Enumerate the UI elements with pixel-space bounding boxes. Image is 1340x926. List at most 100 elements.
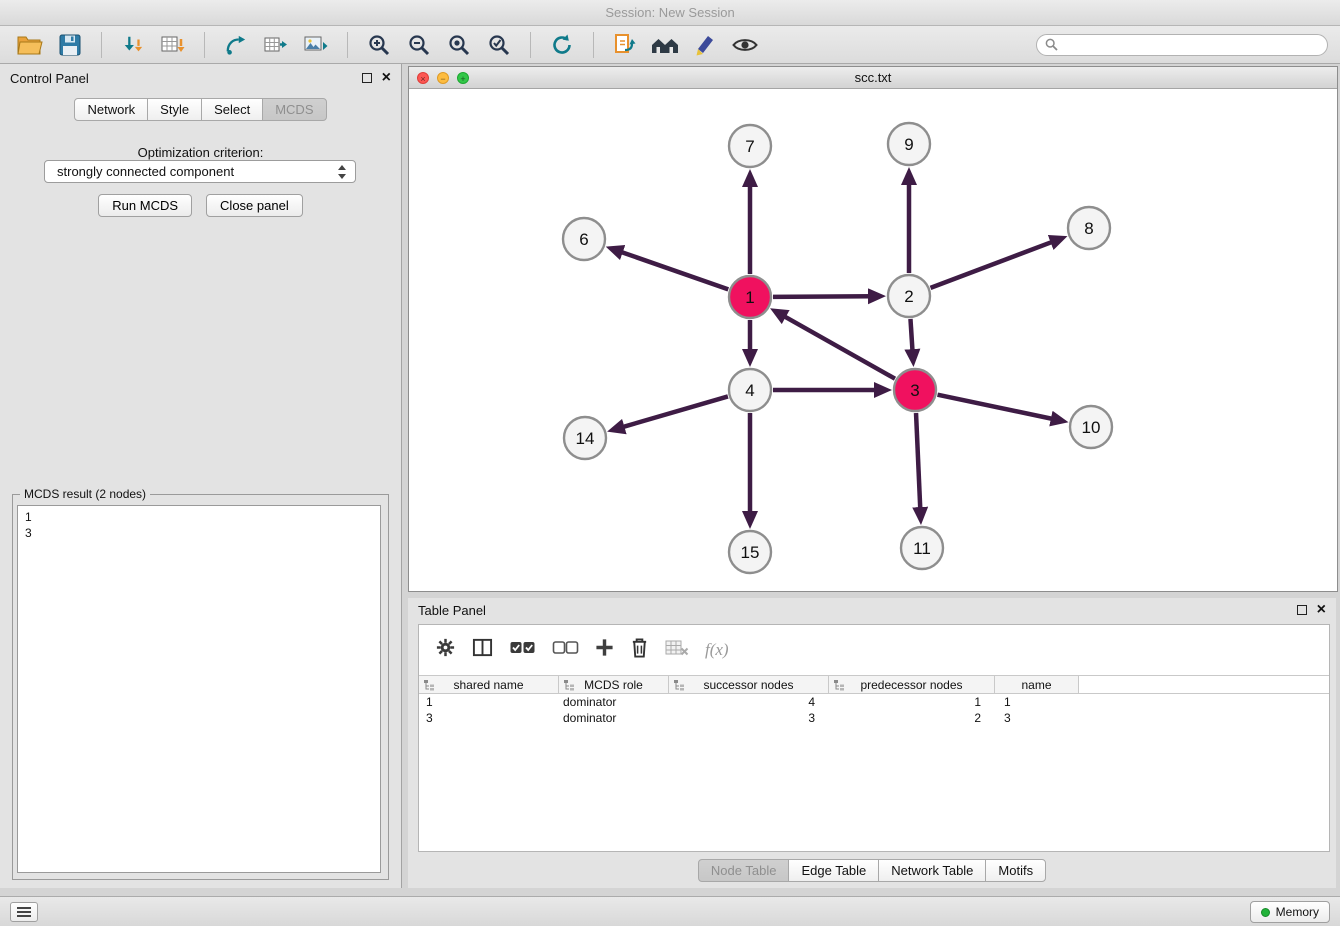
- network-canvas[interactable]: 1 2 3 4 6 7 8 9 10 11 14 15: [409, 89, 1337, 591]
- graph-node-9[interactable]: 9: [888, 123, 930, 165]
- close-panel-icon[interactable]: ×: [1317, 604, 1326, 616]
- graph-node-2[interactable]: 2: [888, 275, 930, 317]
- svg-text:6: 6: [579, 230, 588, 249]
- delete-table-icon: [665, 639, 689, 657]
- tab-select[interactable]: Select: [201, 98, 263, 121]
- home-button[interactable]: [647, 29, 683, 61]
- close-panel-button[interactable]: Close panel: [206, 194, 303, 217]
- graph-node-3[interactable]: 3: [894, 369, 936, 411]
- tab-mcds[interactable]: MCDS: [262, 98, 326, 121]
- delete-column-button[interactable]: [630, 637, 649, 663]
- table-row[interactable]: 3 dominator 3 2 3: [419, 710, 1329, 726]
- import-table-button[interactable]: [155, 29, 191, 61]
- tab-network[interactable]: Network: [74, 98, 148, 121]
- table-row[interactable]: 1 dominator 4 1 1: [419, 694, 1329, 710]
- mcds-result-list[interactable]: 1 3: [17, 505, 381, 873]
- run-mcds-button[interactable]: Run MCDS: [98, 194, 192, 217]
- tab-network-table[interactable]: Network Table: [878, 859, 986, 882]
- list-icon: [17, 907, 31, 917]
- zoom-out-button[interactable]: [401, 29, 437, 61]
- edge-3-11[interactable]: [916, 413, 920, 511]
- edge-3-10[interactable]: [938, 395, 1055, 420]
- cell-name[interactable]: 1: [995, 694, 1079, 710]
- graph-node-8[interactable]: 8: [1068, 207, 1110, 249]
- plus-icon: [595, 638, 614, 657]
- save-session-button[interactable]: [52, 29, 88, 61]
- column-header-name[interactable]: name: [995, 676, 1079, 694]
- deselect-all-button[interactable]: [552, 639, 579, 662]
- task-history-button[interactable]: [10, 902, 38, 922]
- table-settings-button[interactable]: [435, 637, 456, 663]
- homes-icon: [650, 34, 680, 56]
- cell-shared-name[interactable]: 3: [419, 710, 559, 726]
- float-panel-icon[interactable]: [1297, 605, 1307, 615]
- delete-table-button[interactable]: [665, 639, 689, 662]
- cell-name[interactable]: 3: [995, 710, 1079, 726]
- graph-node-1[interactable]: 1: [729, 276, 771, 318]
- graph-node-4[interactable]: 4: [729, 369, 771, 411]
- function-builder-button[interactable]: f(x): [705, 640, 729, 660]
- svg-text:14: 14: [576, 429, 595, 448]
- tab-edge-table[interactable]: Edge Table: [788, 859, 879, 882]
- cell-predecessor-nodes[interactable]: 2: [829, 710, 995, 726]
- graph-node-14[interactable]: 14: [564, 417, 606, 459]
- graph-node-10[interactable]: 10: [1070, 406, 1112, 448]
- search-box[interactable]: [1036, 34, 1328, 56]
- select-all-button[interactable]: [509, 639, 536, 662]
- tab-node-table[interactable]: Node Table: [698, 859, 790, 882]
- edge-2-8[interactable]: [931, 241, 1055, 288]
- export-table-button[interactable]: [258, 29, 294, 61]
- column-header-mcds-role[interactable]: MCDS role: [559, 676, 669, 694]
- criterion-dropdown[interactable]: strongly connected component: [44, 160, 356, 183]
- column-header-filler: [1079, 676, 1329, 694]
- table-panel-title: Table Panel: [418, 603, 486, 618]
- column-header-predecessor-nodes[interactable]: predecessor nodes: [829, 676, 995, 694]
- close-panel-icon[interactable]: ×: [382, 72, 391, 84]
- add-column-button[interactable]: [595, 638, 614, 662]
- cell-mcds-role[interactable]: dominator: [559, 694, 669, 710]
- control-panel-header: Control Panel ×: [0, 64, 401, 92]
- import-network-button[interactable]: [115, 29, 151, 61]
- edge-2-3[interactable]: [910, 319, 912, 353]
- tab-motifs[interactable]: Motifs: [985, 859, 1046, 882]
- refresh-layout-button[interactable]: [544, 29, 580, 61]
- cell-mcds-role[interactable]: dominator: [559, 710, 669, 726]
- zoom-fit-button[interactable]: [441, 29, 477, 61]
- table-panel-content: f(x) shared name MCDS role successor nod…: [418, 624, 1330, 852]
- open-folder-icon: [17, 34, 43, 55]
- edge-3-1[interactable]: [782, 315, 895, 379]
- window-close-icon[interactable]: ×: [417, 72, 429, 84]
- window-minimize-icon[interactable]: −: [437, 72, 449, 84]
- show-hide-button[interactable]: [727, 29, 763, 61]
- network-window-titlebar[interactable]: × − + scc.txt: [409, 67, 1337, 89]
- column-header-successor-nodes[interactable]: successor nodes: [669, 676, 829, 694]
- open-session-button[interactable]: [12, 29, 48, 61]
- cell-predecessor-nodes[interactable]: 1: [829, 694, 995, 710]
- export-network-button[interactable]: [218, 29, 254, 61]
- edge-1-6[interactable]: [619, 251, 728, 289]
- edge-4-14[interactable]: [621, 396, 728, 427]
- cell-successor-nodes[interactable]: 4: [669, 694, 829, 710]
- memory-button[interactable]: Memory: [1250, 901, 1330, 923]
- window-zoom-icon[interactable]: +: [457, 72, 469, 84]
- cell-shared-name[interactable]: 1: [419, 694, 559, 710]
- graph-node-11[interactable]: 11: [901, 527, 943, 569]
- search-input[interactable]: [1063, 38, 1319, 52]
- graph-node-6[interactable]: 6: [563, 218, 605, 260]
- graph-node-15[interactable]: 15: [729, 531, 771, 573]
- export-image-button[interactable]: [298, 29, 334, 61]
- graph-node-7[interactable]: 7: [729, 125, 771, 167]
- cell-successor-nodes[interactable]: 3: [669, 710, 829, 726]
- network-file-button[interactable]: [607, 29, 643, 61]
- edge-1-2[interactable]: [773, 296, 872, 297]
- zoom-selected-button[interactable]: [481, 29, 517, 61]
- style-brush-button[interactable]: [687, 29, 723, 61]
- show-columns-button[interactable]: [472, 637, 493, 663]
- float-panel-icon[interactable]: [362, 73, 372, 83]
- gear-icon: [435, 637, 456, 658]
- tab-style[interactable]: Style: [147, 98, 202, 121]
- zoom-in-button[interactable]: [361, 29, 397, 61]
- network-view-window: × − + scc.txt 1 2 3 4 6 7 8 9 10 11 14 15: [408, 66, 1338, 592]
- toolbar-separator: [530, 32, 531, 58]
- column-header-shared-name[interactable]: shared name: [419, 676, 559, 694]
